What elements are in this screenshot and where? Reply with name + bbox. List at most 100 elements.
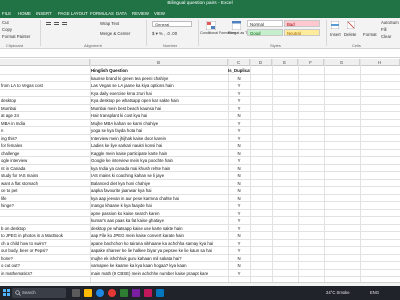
cell-b[interactable]: apne passion ko kaise search karen xyxy=(90,210,228,218)
photos-app-icon[interactable] xyxy=(144,289,152,297)
table-row[interactable]: desktop Kya desktop pe whatsapp open kar … xyxy=(0,97,400,105)
cell-c[interactable]: N xyxy=(228,262,250,270)
cell-c[interactable]: N xyxy=(228,165,250,173)
cell-b[interactable]: Interview mein jhijhak kaise door karein xyxy=(90,135,228,143)
table-row[interactable]: kaunse brand ki green tea peeni chahiye N xyxy=(0,75,400,83)
cell-c[interactable]: Y xyxy=(228,157,250,165)
table-row[interactable]: want a flat stomach Balanced diet kya hon… xyxy=(0,180,400,188)
autosum-button[interactable]: AutoSum xyxy=(381,20,399,25)
cell-a[interactable]: ogle interview xyxy=(0,157,90,165)
cell-b[interactable]: yoga se kya fayda hota hai xyxy=(90,127,228,135)
column-header-f[interactable]: F xyxy=(298,59,324,66)
cell-a[interactable] xyxy=(0,75,90,83)
cell-a[interactable]: at age 24 xyxy=(0,112,90,120)
cell-a[interactable] xyxy=(0,217,90,225)
table-row[interactable]: kumar's aas paas ka fat kaise ghataye Y xyxy=(0,217,400,225)
table-row[interactable]: n yoga se kya fayda hota hai Y xyxy=(0,127,400,135)
fill-button[interactable]: Fill xyxy=(381,27,387,32)
table-row[interactable]: our body, beer or Pepsi? aapake shareer k… xyxy=(0,247,400,255)
column-header-b[interactable]: B xyxy=(90,59,228,66)
table-row[interactable]: hone? mujhe ek ishchhuk guru kahaan mil s… xyxy=(0,255,400,263)
cell-c[interactable]: N xyxy=(228,232,250,240)
cell-b[interactable]: Ladies ke liye sarkari naukri konsi hai xyxy=(90,142,228,150)
cell-c[interactable]: N xyxy=(228,75,250,83)
format-painter-button[interactable]: Format Painter xyxy=(2,34,30,39)
table-row[interactable]: at age 24 Hair transplant ki cost kya hai… xyxy=(0,112,400,120)
cell-c[interactable]: Y xyxy=(228,127,250,135)
cell-a[interactable]: challenge xyxy=(0,150,90,158)
table-row[interactable]: from LA to Vegas cost Las Vegas se LA jaa… xyxy=(0,82,400,90)
cell-b[interactable]: kya aap jeevan in aur pese karmna chahte… xyxy=(90,195,228,203)
cell-c[interactable]: Y xyxy=(228,240,250,248)
align-icons[interactable] xyxy=(46,21,70,28)
cell-a[interactable] xyxy=(0,90,90,98)
cell-b[interactable]: Las Vegas se LA jaane ka kiya options ha… xyxy=(90,82,228,90)
cell-b[interactable]: Balanced diet kya honi chahiye xyxy=(90,180,228,188)
cell-a[interactable]: hinge? xyxy=(0,202,90,210)
cell-c[interactable]: Y xyxy=(228,105,250,113)
tab-formulas[interactable]: FORMULAS xyxy=(90,11,114,16)
style-normal[interactable]: Normal xyxy=(247,20,283,27)
cell-c[interactable]: Y xyxy=(228,217,250,225)
cell-a[interactable]: ing this? xyxy=(0,135,90,143)
cell-a[interactable]: desktop xyxy=(0,97,90,105)
tab-review[interactable]: REVIEW xyxy=(132,11,149,16)
table-row[interactable]: ch a child how to swim? apane bachchon ko… xyxy=(0,240,400,248)
table-row[interactable]: for females Ladies ke liye sarkari naukri… xyxy=(0,142,400,150)
cell-c[interactable]: N xyxy=(228,150,250,158)
cell-a[interactable]: our body, beer or Pepsi? xyxy=(0,247,90,255)
cell-a[interactable]: in mathematics? xyxy=(0,270,90,278)
table-row[interactable]: o cut out? vamapee ke kaame ka kya kaan h… xyxy=(0,262,400,270)
cell-a[interactable] xyxy=(0,67,90,75)
windows-start-icon[interactable] xyxy=(3,289,10,296)
cell-b[interactable]: Kya desktop pe whatsapp open kar sakte h… xyxy=(90,97,228,105)
cell-a[interactable]: ce to pet xyxy=(0,187,90,195)
column-header-h[interactable]: H xyxy=(360,59,400,66)
table-row[interactable]: in mathematics? main math (9 CBSE) mein a… xyxy=(0,270,400,278)
style-neutral[interactable]: Neutral xyxy=(284,29,320,36)
cell-a[interactable]: study for IAS mains xyxy=(0,172,90,180)
cell-a[interactable]: b on desktop xyxy=(0,225,90,233)
cell-c[interactable]: Y xyxy=(228,120,250,128)
clear-button[interactable]: Clear xyxy=(381,34,391,39)
cell-b[interactable]: Mujhe MBA kahan se karni chahiye xyxy=(90,120,228,128)
cell-a[interactable]: nt in Canada xyxy=(0,165,90,173)
formula-bar[interactable] xyxy=(0,50,400,58)
table-row[interactable]: life kya aap jeevan in aur pese karmna ch… xyxy=(0,195,400,203)
cell-b[interactable]: IAS mains ki coaching kahan se li jaye xyxy=(90,172,228,180)
table-row[interactable]: apne passion ko kaise search karen Y xyxy=(0,210,400,218)
cell-a[interactable]: life xyxy=(0,195,90,203)
column-header-d[interactable]: D xyxy=(250,59,272,66)
table-header-row[interactable]: Hinglish QuestionIs_Duplicate xyxy=(0,67,400,75)
number-format-buttons[interactable]: $ ▾ % , .0 .00 xyxy=(152,31,177,37)
edge-browser-icon[interactable] xyxy=(96,289,104,297)
table-row[interactable]: Kya daily exercise krna zruri hai Y xyxy=(0,90,400,98)
tab-insert[interactable]: INSERT xyxy=(36,11,52,16)
wrap-text-button[interactable]: Wrap Text xyxy=(100,21,119,26)
cell-c[interactable]: N xyxy=(228,255,250,263)
cell-c[interactable]: Y xyxy=(228,202,250,210)
format-button[interactable]: Format xyxy=(363,32,377,37)
cell-b[interactable]: Hinglish Question xyxy=(90,67,228,75)
tab-data[interactable]: DATA xyxy=(116,11,127,16)
cell-b[interactable]: desktop pe whatsapp kaise use karte sakt… xyxy=(90,225,228,233)
table-row[interactable]: ogle interview Google ke interview mein k… xyxy=(0,157,400,165)
task-view-icon[interactable] xyxy=(72,289,80,297)
table-row[interactable]: nt in Canada kya India ya canada mai khus… xyxy=(0,165,400,173)
cell-c[interactable]: Y xyxy=(228,82,250,90)
cell-b[interactable]: mujhe ek ishchhuk guru kahaan mil sakata… xyxy=(90,255,228,263)
cell-c[interactable]: N xyxy=(228,180,250,188)
cell-b[interactable]: Kya daily exercise krna zruri hai xyxy=(90,90,228,98)
cell-b[interactable]: Kaggle mein kaise participate karte hain xyxy=(90,150,228,158)
cut-button[interactable]: Cut xyxy=(2,20,9,25)
word-app-icon[interactable] xyxy=(156,289,164,297)
cell-b[interactable]: aapake shareer ke lie halkee biyar ya pe… xyxy=(90,247,228,255)
table-row[interactable]: MBA in India Mujhe MBA kahan se karni cha… xyxy=(0,120,400,128)
cell-c[interactable]: Y xyxy=(228,135,250,143)
cell-a[interactable]: Mumbai xyxy=(0,105,90,113)
tab-home[interactable]: HOME xyxy=(18,11,31,16)
tab-view[interactable]: VIEW xyxy=(154,11,165,16)
cell-c[interactable]: Y xyxy=(228,90,250,98)
cell-b[interactable]: Google ke interview mein kya poochte hai… xyxy=(90,157,228,165)
cell-a[interactable]: to JPEG in photos in a MacBook xyxy=(0,232,90,240)
